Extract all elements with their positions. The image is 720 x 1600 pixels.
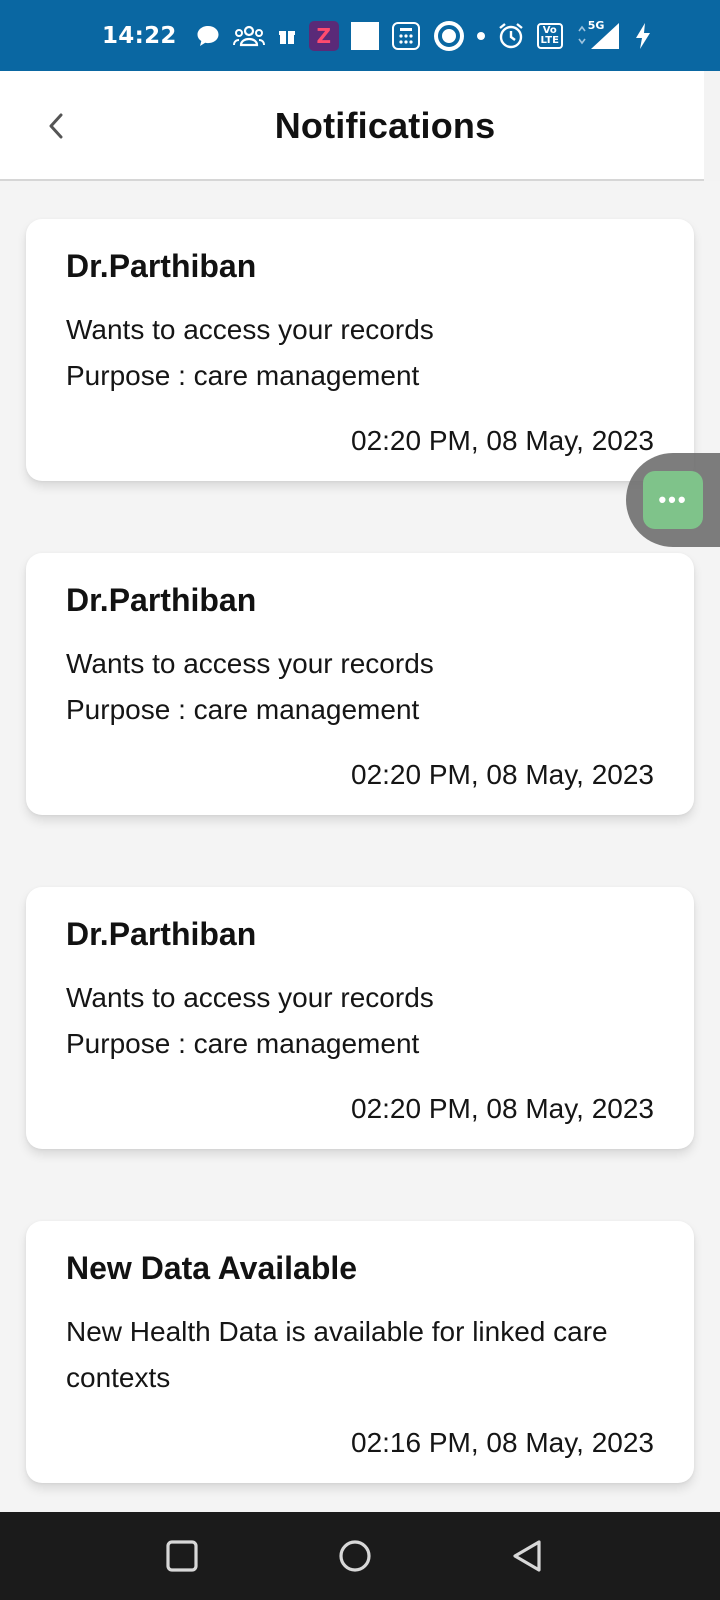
notification-message: Wants to access your records [66,648,434,679]
notification-time: 02:16 PM, 08 May, 2023 [351,1427,654,1458]
notification-time: 02:20 PM, 08 May, 2023 [351,1093,654,1124]
notification-purpose: Purpose : care management [66,1028,420,1059]
home-button[interactable] [333,1534,377,1578]
white-square-icon [350,21,379,50]
floating-menu-button[interactable]: ••• [643,471,703,529]
zapp-app-icon: Z [308,20,339,51]
page-title: Notifications [274,105,496,146]
dot-icon [476,31,485,40]
notification-card[interactable]: New Data Available New Health Data is av… [26,1221,694,1483]
charging-icon [633,22,653,50]
notification-title: Dr.Parthiban [66,248,257,284]
notification-card[interactable]: Dr.Parthiban Wants to access your record… [26,887,694,1149]
notification-time: 02:20 PM, 08 May, 2023 [351,759,654,790]
notification-card[interactable]: Dr.Parthiban Wants to access your record… [26,553,694,815]
square-icon [166,1540,198,1572]
chat-bubble-icon [195,23,221,49]
calculator-icon [391,21,421,51]
gift-icon [277,26,297,46]
status-time: 14:22 [102,22,177,49]
circle-app-icon [433,20,465,52]
chevron-left-icon [49,113,63,139]
notification-purpose: Purpose : care management [66,694,420,725]
circle-icon [339,1540,371,1572]
alarm-icon [497,22,525,50]
system-nav-bar [0,1512,720,1600]
status-bar: 14:22 Z Vo LTE 5G [0,0,720,71]
network-label: 5G [587,18,605,32]
status-icons: Z Vo LTE 5G [195,18,653,52]
notification-title: New Data Available [66,1250,358,1286]
app-bar-edge [704,71,720,181]
back-nav-button[interactable] [505,1534,549,1578]
triangle-back-icon [513,1540,541,1572]
group-icon [232,24,265,48]
app-bar: Notifications [0,71,704,181]
notification-title: Dr.Parthiban [66,582,257,618]
notification-card[interactable]: Dr.Parthiban Wants to access your record… [26,219,694,481]
notification-message: Wants to access your records [66,982,434,1013]
notification-time: 02:20 PM, 08 May, 2023 [351,425,654,456]
recents-button[interactable] [160,1534,204,1578]
back-button[interactable] [36,101,76,151]
notification-purpose: Purpose : care management [66,360,420,391]
notification-message: Wants to access your records [66,314,434,345]
notification-title: Dr.Parthiban [66,916,257,952]
notification-message: New Health Data is available for linked … [66,1316,608,1393]
volte-icon: Vo LTE [536,22,563,49]
signal-5g-icon: 5G [575,18,621,51]
